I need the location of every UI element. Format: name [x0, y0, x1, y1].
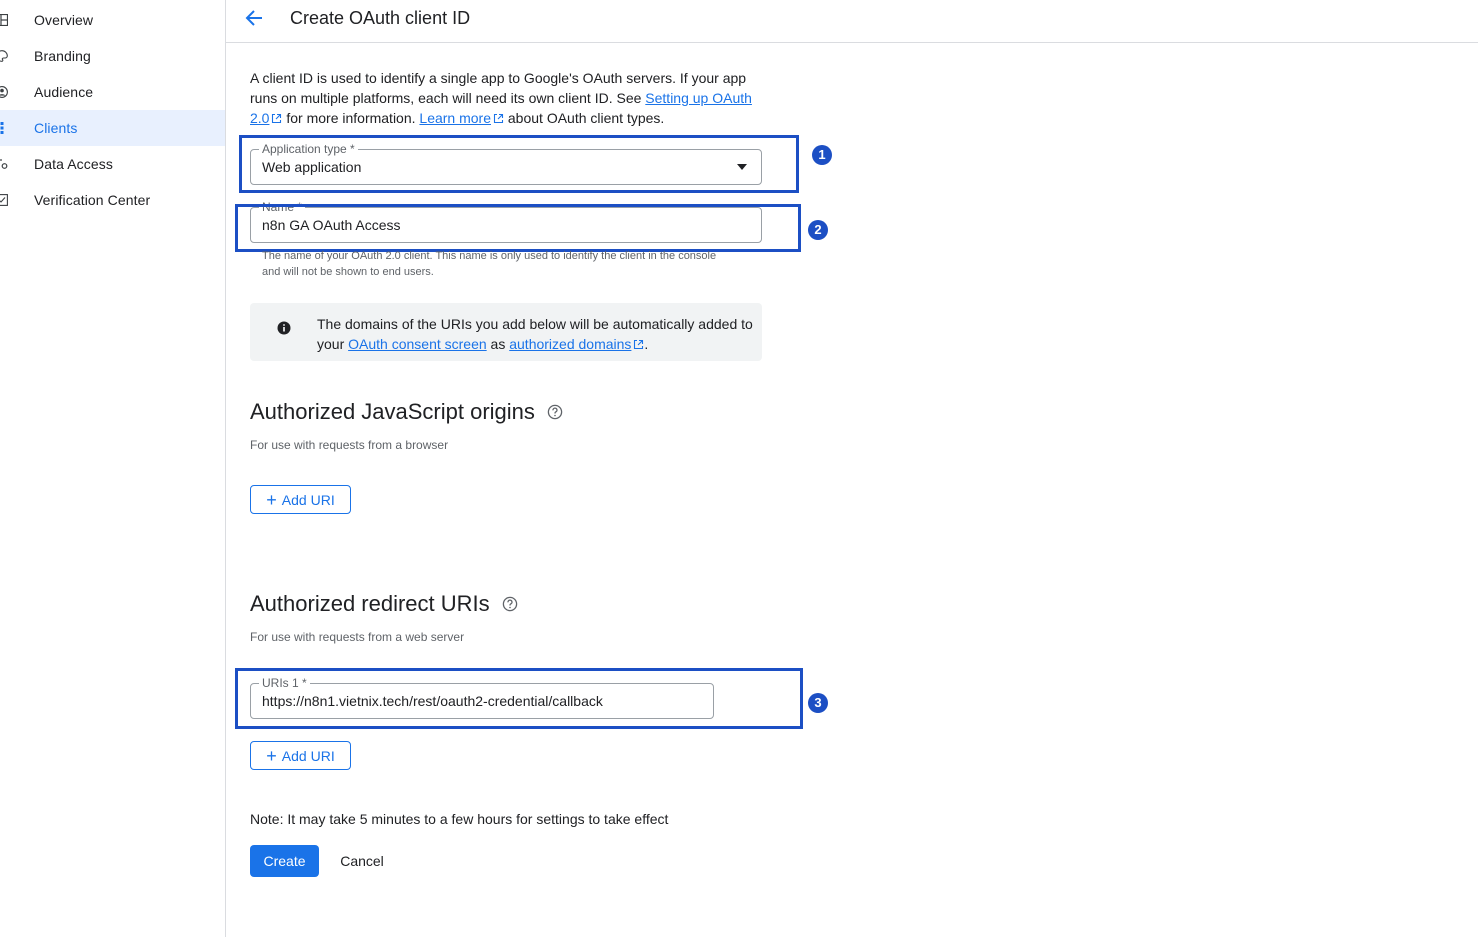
redirect-uris-title: Authorized redirect URIs [250, 591, 518, 617]
js-origins-subtitle: For use with requests from a browser [250, 438, 449, 452]
js-origins-title-text: Authorized JavaScript origins [250, 399, 535, 424]
redirect-uris-subtitle: For use with requests from a web server [250, 630, 465, 644]
external-link-icon [493, 113, 504, 124]
external-link-icon [634, 339, 644, 350]
sidebar-item-overview[interactable]: Overview [0, 2, 225, 38]
sidebar-item-label: Overview [34, 12, 94, 28]
sidebar-item-label: Audience [34, 84, 94, 100]
sidebar-item-label: Clients [34, 120, 78, 136]
sidebar-item-audience[interactable]: Audience [0, 74, 225, 110]
authorized-domains-link[interactable]: authorized domains [509, 336, 631, 352]
page-title: Create OAuth client ID [290, 8, 471, 28]
name-hint: The name of your OAuth 2.0 client. This … [262, 250, 717, 278]
info-icon [277, 321, 291, 335]
settings-icon [0, 158, 8, 170]
sidebar-item-label: Data Access [34, 156, 113, 172]
checkbox-icon [0, 194, 8, 206]
annotation-box-2 [235, 204, 801, 252]
arrow-back-icon [245, 10, 262, 26]
cancel-button[interactable]: Cancel [330, 845, 394, 877]
intro-text-part: about OAuth client types. [504, 110, 665, 126]
add-uri-label: Add URI [281, 491, 335, 508]
sidebar-item-clients[interactable]: Clients [0, 110, 225, 146]
plus-icon: + [266, 745, 277, 766]
help-icon[interactable] [547, 404, 563, 420]
info-text: The domains of the URIs you add below wi… [317, 314, 757, 354]
palette-icon [0, 50, 8, 62]
sidebar-item-branding[interactable]: Branding [0, 38, 225, 74]
annotation-box-3 [235, 668, 803, 729]
sidebar: Overview Branding Audience Clients Data … [0, 0, 226, 937]
plus-icon: + [266, 489, 277, 510]
info-box: The domains of the URIs you add below wi… [250, 303, 762, 361]
sidebar-item-verification-center[interactable]: Verification Center [0, 182, 225, 218]
add-uri-label: Add URI [281, 747, 335, 764]
redirect-uris-title-text: Authorized redirect URIs [250, 591, 490, 616]
sidebar-item-data-access[interactable]: Data Access [0, 146, 225, 182]
learn-more-link[interactable]: Learn more [419, 110, 491, 126]
intro-text: A client ID is used to identify a single… [250, 68, 770, 128]
person-icon [0, 86, 8, 98]
intro-text-part: for more information. [282, 110, 420, 126]
dashboard-icon [0, 13, 9, 27]
back-button[interactable] [242, 6, 268, 30]
add-redirect-uri-button[interactable]: + Add URI [250, 741, 351, 770]
annotation-badge-3: 3 [808, 693, 828, 713]
page-header: Create OAuth client ID [226, 0, 1478, 43]
grid-icon [0, 122, 8, 134]
sidebar-item-label: Branding [34, 48, 91, 64]
create-button[interactable]: Create [250, 845, 319, 877]
sidebar-item-label: Verification Center [34, 192, 151, 208]
help-icon[interactable] [502, 596, 518, 612]
settings-note: Note: It may take 5 minutes to a few hou… [250, 811, 669, 827]
info-text-part: . [644, 336, 649, 352]
js-origins-title: Authorized JavaScript origins [250, 399, 563, 425]
annotation-badge-2: 2 [808, 220, 828, 240]
info-text-part: as [486, 336, 510, 352]
annotation-badge-1: 1 [812, 145, 832, 165]
oauth-consent-screen-link[interactable]: OAuth consent screen [348, 336, 487, 352]
external-link-icon [272, 113, 282, 124]
annotation-box-1 [239, 135, 799, 193]
add-js-origin-button[interactable]: + Add URI [250, 485, 351, 514]
